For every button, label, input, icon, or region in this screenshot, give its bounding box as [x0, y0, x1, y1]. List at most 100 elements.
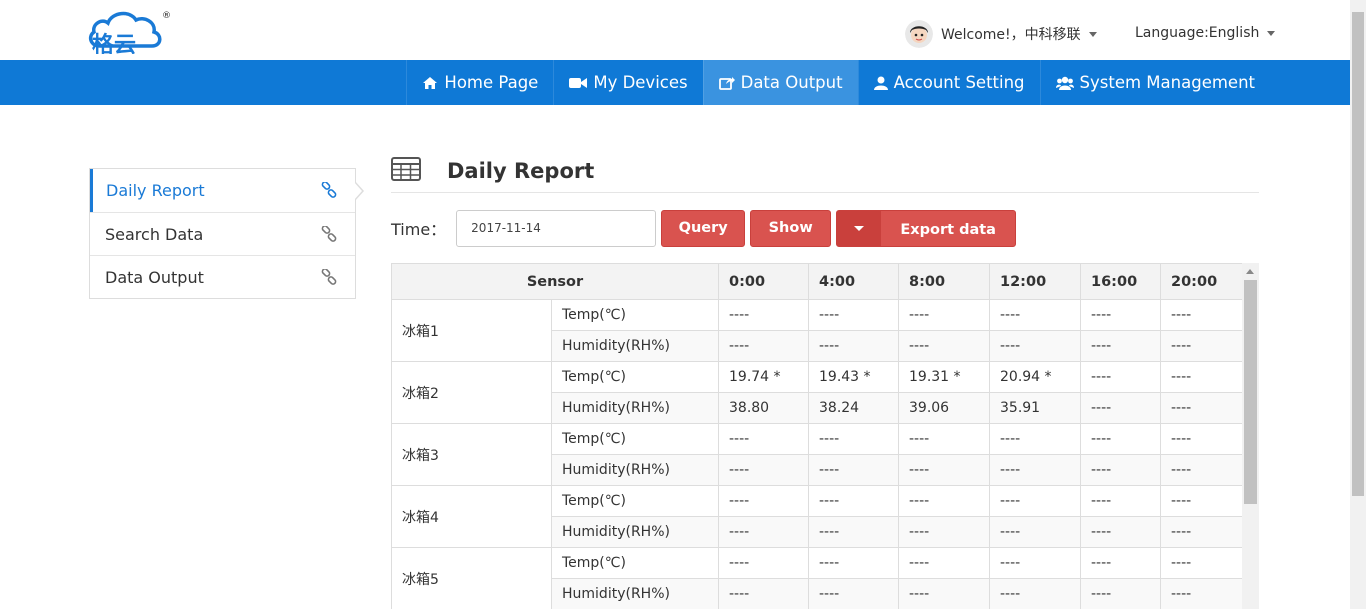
table-row: 冰箱2 Temp(℃) 19.74 * 19.43 * 19.31 * 20.94 * --…: [391, 361, 1243, 424]
table-scrollbar[interactable]: [1242, 263, 1259, 609]
users-icon: [1055, 76, 1074, 90]
value-cell: ----: [1080, 330, 1161, 362]
table-row: 冰箱5 Temp(℃) ---- ---- ---- ---- ---- ----: [391, 547, 1243, 609]
nav-label: Data Output: [740, 73, 843, 92]
table-row: 冰箱1 Temp(℃) ---- ---- ---- ---- ---- ----: [391, 299, 1243, 362]
metric-cell: Humidity(RH%): [551, 392, 719, 424]
value-cell: ----: [989, 454, 1081, 486]
value-cell: 39.06: [898, 392, 990, 424]
page-scrollbar[interactable]: [1350, 0, 1366, 609]
value-cell: ----: [989, 547, 1081, 579]
metric-cell: Temp(℃): [551, 423, 719, 455]
date-input[interactable]: [456, 209, 657, 247]
value-cell: ----: [718, 547, 809, 579]
chevron-down-icon: [1267, 30, 1276, 36]
show-button[interactable]: Show: [750, 209, 832, 247]
value-cell: ----: [898, 330, 990, 362]
brand-logo[interactable]: 格云 ®: [86, 8, 172, 58]
value-cell: 38.24: [808, 392, 899, 424]
share-icon: [718, 76, 735, 90]
metric-cell: Humidity(RH%): [551, 516, 719, 548]
metric-cell: Humidity(RH%): [551, 454, 719, 486]
value-cell: ----: [718, 330, 809, 362]
metric-cell: Temp(℃): [551, 485, 719, 517]
value-cell: ----: [718, 485, 809, 517]
nav-account-setting[interactable]: Account Setting: [857, 60, 1040, 105]
top-header: 格云 ® Welcome!，中科移联 Language:English: [0, 0, 1350, 60]
value-cell: ----: [1080, 485, 1161, 517]
column-header: 12:00: [989, 263, 1081, 300]
column-header: 16:00: [1080, 263, 1161, 300]
value-cell: ----: [718, 423, 809, 455]
sidebar: Daily Report Search Data Data Output: [89, 168, 356, 299]
table-scrollbar-thumb[interactable]: [1244, 280, 1257, 504]
value-cell: ----: [1080, 516, 1161, 548]
language-selector[interactable]: Language:English: [1135, 25, 1276, 41]
metric-cell: Temp(℃): [551, 361, 719, 393]
sidebar-active-pointer: [354, 181, 364, 201]
daily-report-table: Sensor 0:00 4:00 8:00 12:00 16:00 20:00 …: [391, 263, 1243, 609]
export-dropdown-toggle[interactable]: [837, 210, 882, 246]
query-button[interactable]: Query: [661, 209, 746, 247]
value-cell: ----: [808, 454, 899, 486]
metric-cell: Temp(℃): [551, 547, 719, 579]
value-cell: 19.74 *: [718, 361, 809, 393]
value-cell: ----: [718, 299, 809, 331]
nav-data-output[interactable]: Data Output: [702, 60, 858, 105]
value-cell: 19.43 *: [808, 361, 899, 393]
time-label: Time：: [391, 220, 447, 239]
chevron-down-icon: [1088, 31, 1097, 37]
value-cell: ----: [1160, 578, 1243, 609]
welcome-text: Welcome!，中科移联: [941, 27, 1081, 43]
nav-label: System Management: [1079, 73, 1255, 92]
value-cell: 20.94 *: [989, 361, 1081, 393]
value-cell: ----: [989, 485, 1081, 517]
table-header-row: Sensor 0:00 4:00 8:00 12:00 16:00 20:00: [391, 263, 1243, 300]
value-cell: ----: [1080, 361, 1161, 393]
page-scrollbar-thumb[interactable]: [1352, 12, 1364, 496]
nav-label: Account Setting: [893, 73, 1025, 92]
sensor-name-cell: 冰箱1: [391, 299, 552, 362]
nav-system-management[interactable]: System Management: [1039, 60, 1270, 105]
home-icon: [422, 76, 438, 90]
nav-my-devices[interactable]: My Devices: [553, 60, 702, 105]
link-icon: [321, 225, 337, 246]
link-icon: [321, 181, 337, 202]
page-title: Daily Report: [447, 159, 595, 183]
value-cell: ----: [808, 578, 899, 609]
value-cell: ----: [1160, 485, 1243, 517]
avatar: [905, 20, 933, 48]
value-cell: ----: [718, 578, 809, 609]
column-header: 4:00: [808, 263, 899, 300]
column-header: 8:00: [898, 263, 990, 300]
value-cell: ----: [898, 547, 990, 579]
export-data-button[interactable]: Export data: [836, 209, 1017, 247]
value-cell: ----: [989, 330, 1081, 362]
user-icon: [873, 76, 888, 90]
value-cell: ----: [898, 423, 990, 455]
value-cell: 38.80: [718, 392, 809, 424]
sidebar-item-search-data[interactable]: Search Data: [90, 212, 355, 255]
nav-home-page[interactable]: Home Page: [406, 60, 553, 105]
report-toolbar: Time： Query Show Export data: [391, 209, 1021, 247]
value-cell: ----: [1160, 423, 1243, 455]
value-cell: ----: [808, 299, 899, 331]
sensor-name-cell: 冰箱3: [391, 423, 552, 486]
sidebar-item-data-output[interactable]: Data Output: [90, 255, 355, 298]
daily-report-table-container: Sensor 0:00 4:00 8:00 12:00 16:00 20:00 …: [391, 263, 1259, 609]
value-cell: ----: [1080, 392, 1161, 424]
value-cell: ----: [1160, 516, 1243, 548]
nav-label: Home Page: [444, 73, 539, 92]
export-label: Export data: [900, 222, 996, 238]
table-icon: [391, 157, 421, 185]
scroll-up-icon[interactable]: [1246, 269, 1254, 274]
sidebar-item-daily-report[interactable]: Daily Report: [90, 169, 355, 212]
value-cell: ----: [898, 454, 990, 486]
link-icon: [321, 268, 337, 289]
value-cell: ----: [1160, 361, 1243, 393]
value-cell: ----: [898, 578, 990, 609]
user-menu[interactable]: Welcome!，中科移联: [905, 20, 1097, 48]
value-cell: ----: [989, 516, 1081, 548]
sidebar-item-label: Daily Report: [106, 181, 205, 200]
caret-down-icon: [854, 225, 865, 231]
